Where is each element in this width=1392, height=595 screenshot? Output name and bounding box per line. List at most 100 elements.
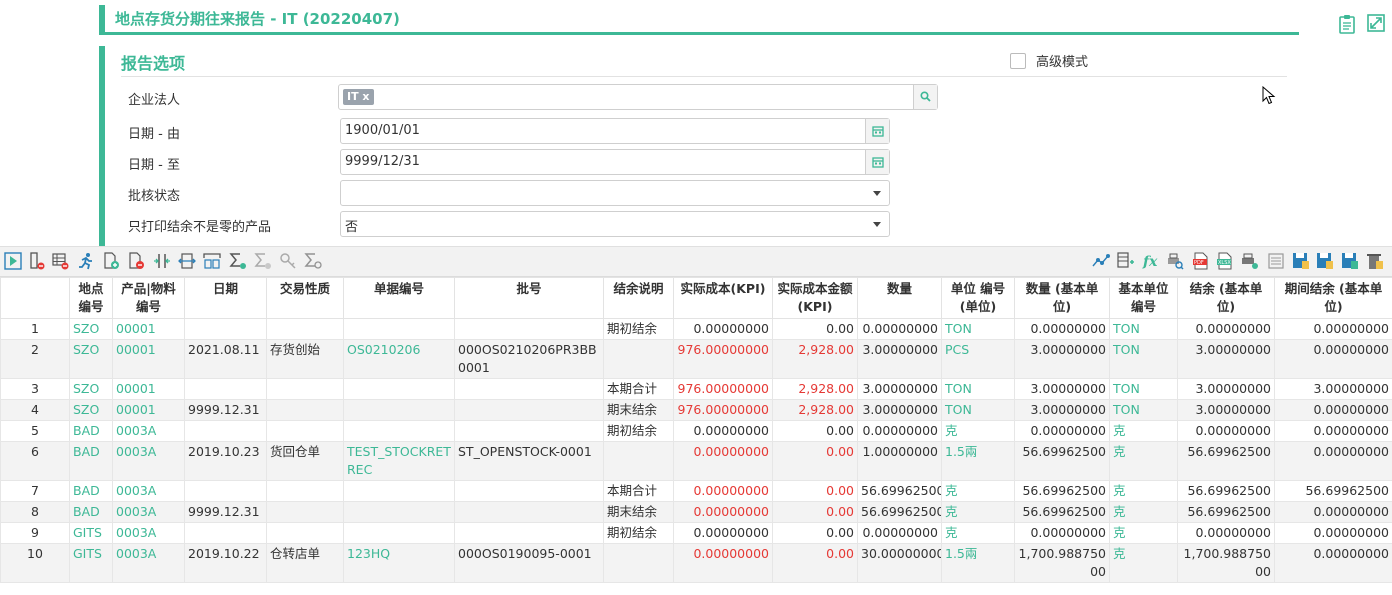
report-layout-icon[interactable] [1266, 252, 1286, 272]
cell-document-number[interactable] [343, 420, 455, 442]
delete-layout-icon[interactable] [1365, 252, 1385, 272]
clipboard-icon[interactable] [1336, 14, 1358, 36]
save-default-icon[interactable] [1340, 252, 1360, 272]
cell-unit-code[interactable]: TON [941, 318, 1015, 340]
table-row[interactable]: 6 BAD 0003A 2019.10.23 货回仓单 TEST_STOCKRETREC S… [0, 441, 1392, 481]
cell-product-code[interactable]: 0003A [112, 501, 185, 523]
run-icon[interactable] [3, 252, 23, 272]
key-disabled-icon[interactable] [278, 252, 298, 272]
cell-product-code[interactable]: 00001 [112, 339, 185, 379]
cell-document-number[interactable] [343, 378, 455, 400]
column-header[interactable]: 实际成本金额 (KPI) [772, 277, 858, 319]
remove-column-icon[interactable] [27, 252, 47, 272]
cell-location-code[interactable]: GITS [69, 543, 113, 583]
cell-base-unit-code[interactable]: TON [1109, 339, 1178, 379]
remove-grid-icon[interactable] [51, 252, 71, 272]
pdf-icon[interactable]: PDF [1191, 252, 1211, 272]
column-header[interactable]: 地点编号 [69, 277, 113, 319]
date-from-input[interactable]: 1900/01/01 [340, 118, 890, 144]
cell-location-code[interactable]: BAD [69, 441, 113, 481]
cell-base-unit-code[interactable]: 克 [1109, 441, 1178, 481]
date-to-input[interactable]: 9999/12/31 [340, 149, 890, 175]
search-icon[interactable] [913, 85, 937, 109]
cell-document-number[interactable] [343, 501, 455, 523]
cell-unit-code[interactable]: 1.5兩 [941, 441, 1015, 481]
print-settings-icon[interactable] [1240, 252, 1260, 272]
chevron-down-icon[interactable] [873, 191, 881, 196]
column-header[interactable]: 期间结余 (基本单位) [1274, 277, 1392, 319]
cell-document-number[interactable] [343, 318, 455, 340]
table-row[interactable]: 9 GITS 0003A 期初结余 0.00000000 0.00 0.00000000 克 0… [0, 522, 1392, 544]
table-row[interactable]: 7 BAD 0003A 本期合计 0.00000000 0.00 56.69962500 克 5… [0, 480, 1392, 502]
cell-product-code[interactable]: 00001 [112, 318, 185, 340]
cell-base-unit-code[interactable]: 克 [1109, 543, 1178, 583]
column-header[interactable]: 结余说明 [603, 277, 674, 319]
cell-product-code[interactable]: 00001 [112, 378, 185, 400]
legal-entity-field[interactable]: IT x [338, 84, 938, 110]
column-header[interactable]: 基本单位编号 [1109, 277, 1178, 319]
remove-document-icon[interactable] [126, 252, 146, 272]
column-header[interactable]: 批号 [454, 277, 604, 319]
save-layout-icon[interactable] [1291, 252, 1311, 272]
column-settings-icon[interactable] [1116, 252, 1136, 272]
cell-base-unit-code[interactable]: TON [1109, 318, 1178, 340]
cell-unit-code[interactable]: PCS [941, 339, 1015, 379]
column-header[interactable]: 数量 [857, 277, 942, 319]
cell-base-unit-code[interactable]: 克 [1109, 522, 1178, 544]
cell-document-number[interactable]: OS0210206 [343, 339, 455, 379]
save-as-icon[interactable] [1315, 252, 1335, 272]
column-header[interactable]: 实际成本(KPI) [673, 277, 773, 319]
column-header[interactable]: 数量 (基本单位) [1014, 277, 1110, 319]
cell-base-unit-code[interactable]: 克 [1109, 501, 1178, 523]
group-columns-icon[interactable] [202, 252, 222, 272]
cell-document-number[interactable]: TEST_STOCKRETREC [343, 441, 455, 481]
table-row[interactable]: 1 SZO 00001 期初结余 0.00000000 0.00 0.00000000 TON… [0, 318, 1392, 340]
cell-document-number[interactable] [343, 522, 455, 544]
column-header[interactable]: 单据编号 [343, 277, 455, 319]
advanced-mode-toggle[interactable]: 高级模式 [1010, 51, 1088, 70]
cell-unit-code[interactable]: 克 [941, 501, 1015, 523]
column-header[interactable]: 单位 编号 (单位) [941, 277, 1015, 319]
cell-document-number[interactable]: 123HQ [343, 543, 455, 583]
table-row[interactable]: 10 GITS 0003A 2019.10.22 仓转店单 123HQ 000OS01900… [0, 543, 1392, 583]
table-row[interactable]: 2 SZO 00001 2021.08.11 存货创始 OS0210206 000OS021… [0, 339, 1392, 379]
expand-icon[interactable] [1365, 14, 1387, 36]
cell-base-unit-code[interactable]: 克 [1109, 480, 1178, 502]
cell-location-code[interactable]: SZO [69, 399, 113, 421]
chevron-down-icon[interactable] [873, 222, 881, 227]
cell-document-number[interactable] [343, 480, 455, 502]
advanced-mode-checkbox[interactable] [1010, 52, 1026, 69]
table-row[interactable]: 8 BAD 0003A 9999.12.31 期末结余 0.00000000 0.00 56.… [0, 501, 1392, 523]
column-header[interactable]: 日期 [184, 277, 267, 319]
column-header[interactable]: 交易性质 [266, 277, 344, 319]
cell-location-code[interactable]: SZO [69, 318, 113, 340]
chart-icon[interactable] [1091, 252, 1111, 272]
cell-location-code[interactable]: BAD [69, 420, 113, 442]
approval-status-select[interactable] [340, 180, 890, 206]
table-row[interactable]: 4 SZO 00001 9999.12.31 期末结余 976.00000000 2,928… [0, 399, 1392, 421]
cell-unit-code[interactable]: 克 [941, 420, 1015, 442]
cell-unit-code[interactable]: 克 [941, 522, 1015, 544]
cell-location-code[interactable]: SZO [69, 378, 113, 400]
cell-unit-code[interactable]: 克 [941, 480, 1015, 502]
table-row[interactable]: 3 SZO 00001 本期合计 976.00000000 2,928.00 3.00000… [0, 378, 1392, 400]
cell-location-code[interactable]: SZO [69, 339, 113, 379]
formula-icon[interactable]: fx [1141, 252, 1161, 272]
cell-base-unit-code[interactable]: TON [1109, 399, 1178, 421]
cell-location-code[interactable]: BAD [69, 480, 113, 502]
cell-product-code[interactable]: 0003A [112, 441, 185, 481]
cell-product-code[interactable]: 0003A [112, 480, 185, 502]
cell-location-code[interactable]: BAD [69, 501, 113, 523]
column-header[interactable]: 产品|物料编号 [112, 277, 185, 319]
sum-icon[interactable] [228, 252, 248, 272]
fit-width-icon[interactable] [177, 252, 197, 272]
cell-product-code[interactable]: 0003A [112, 522, 185, 544]
cell-location-code[interactable]: GITS [69, 522, 113, 544]
legal-entity-tag[interactable]: IT x [343, 89, 374, 105]
cell-base-unit-code[interactable]: 克 [1109, 420, 1178, 442]
calendar-icon[interactable] [865, 150, 889, 174]
cell-product-code[interactable]: 0003A [112, 420, 185, 442]
cell-unit-code[interactable]: 1.5兩 [941, 543, 1015, 583]
print-preview-icon[interactable] [1165, 252, 1185, 272]
column-header[interactable]: 结余 (基本单位) [1177, 277, 1275, 319]
